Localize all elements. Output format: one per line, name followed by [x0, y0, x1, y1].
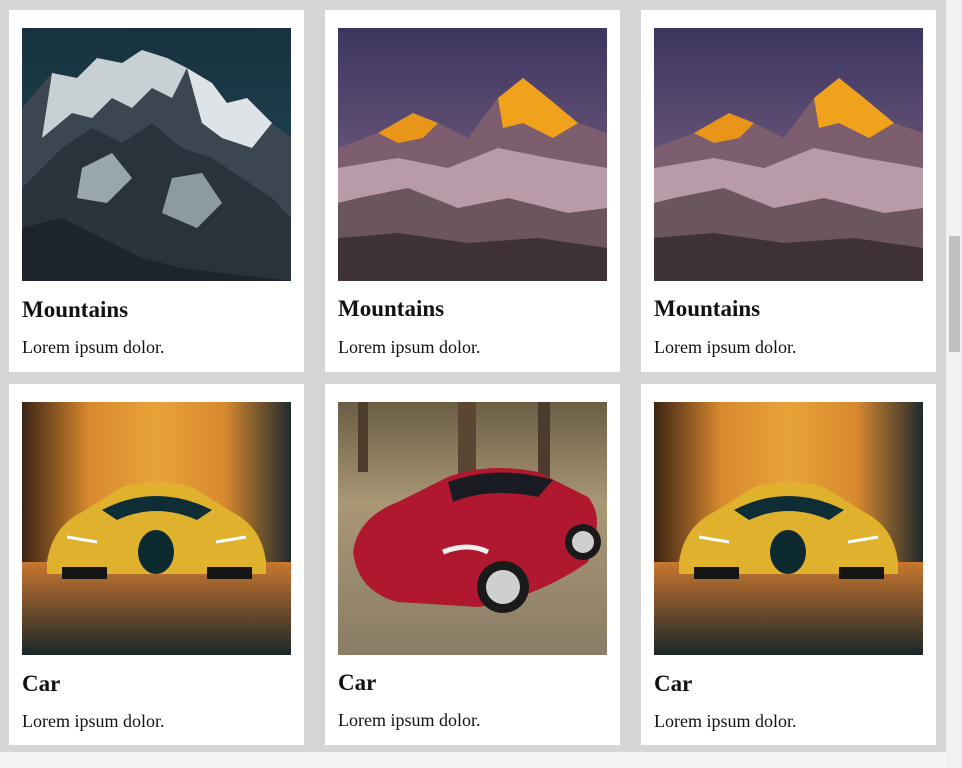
card-title: Mountains [22, 297, 129, 322]
card-description: Lorem ipsum dolor. [22, 711, 165, 731]
card-description: Lorem ipsum dolor. [654, 711, 797, 731]
snow-mountain-image [22, 28, 291, 281]
scrollbar-thumb[interactable] [949, 236, 960, 352]
yellow-sports-car-image [22, 402, 291, 655]
red-sports-car-image [338, 402, 607, 655]
sunset-mountain-image [338, 28, 607, 281]
card-mountains-2[interactable]: Mountains Lorem ipsum dolor. [325, 10, 620, 372]
card-description: Lorem ipsum dolor. [338, 710, 481, 730]
card-title: Car [338, 670, 377, 695]
yellow-sports-car-image [654, 402, 923, 655]
card-description: Lorem ipsum dolor. [22, 337, 165, 357]
card-title: Car [22, 671, 61, 696]
card-title: Car [654, 671, 693, 696]
vertical-scrollbar[interactable] [946, 0, 962, 768]
card-title: Mountains [654, 296, 761, 321]
card-mountains-1[interactable]: Mountains Lorem ipsum dolor. [9, 10, 304, 372]
card-description: Lorem ipsum dolor. [338, 337, 481, 357]
card-car-1[interactable]: Car Lorem ipsum dolor. [9, 384, 304, 745]
page-bottom-edge [0, 752, 946, 768]
card-title: Mountains [338, 296, 445, 321]
card-car-2[interactable]: Car Lorem ipsum dolor. [325, 384, 620, 745]
card-description: Lorem ipsum dolor. [654, 337, 797, 357]
card-car-3[interactable]: Car Lorem ipsum dolor. [641, 384, 936, 745]
card-mountains-3[interactable]: Mountains Lorem ipsum dolor. [641, 10, 936, 372]
sunset-mountain-image [654, 28, 923, 281]
